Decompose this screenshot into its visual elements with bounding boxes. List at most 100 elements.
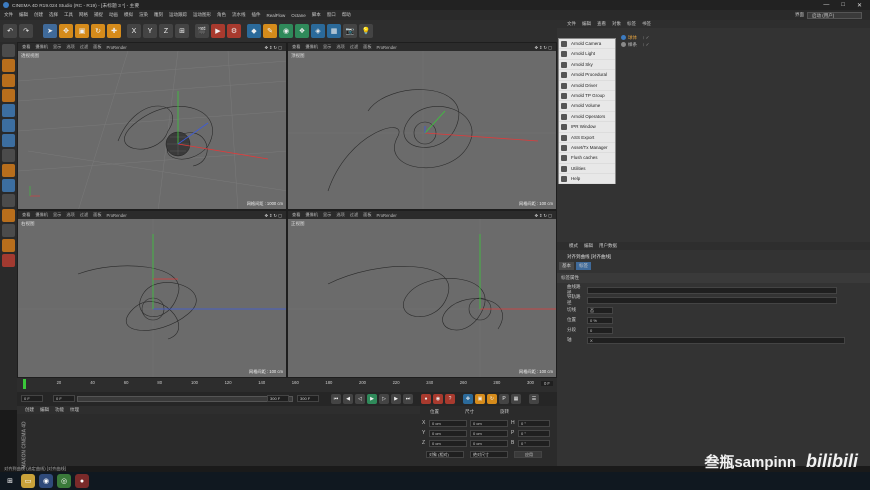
- menu-item[interactable]: 运动图形: [193, 12, 211, 18]
- timeline-menu-icon[interactable]: ☰: [529, 394, 539, 404]
- object-name[interactable]: 样条: [628, 42, 637, 48]
- snap-icon[interactable]: [2, 164, 15, 177]
- paint-icon[interactable]: [2, 254, 15, 267]
- timeline-end-field[interactable]: 0 F: [540, 381, 553, 386]
- close-button[interactable]: ✕: [857, 2, 862, 9]
- viewport-menu-item[interactable]: 显示: [323, 44, 331, 50]
- menu-item[interactable]: 创建: [34, 12, 43, 18]
- attr-tab[interactable]: 标签: [576, 262, 591, 270]
- attr-tab[interactable]: 基本: [559, 262, 574, 270]
- material-menu-item[interactable]: 纹理: [70, 407, 79, 413]
- viewport-menu-item[interactable]: 过滤: [80, 212, 88, 218]
- viewport-menu-item[interactable]: 面板: [363, 44, 371, 50]
- lock-icon[interactable]: [2, 224, 15, 237]
- attr-field-input[interactable]: 0 %: [587, 316, 613, 324]
- viewport-right[interactable]: 查看 摄像机 显示 选项 过滤 面板 ProRender ✥⇕↻▢ 右视图 网格间距 : 10…: [17, 210, 287, 378]
- arnold-menu-item[interactable]: Utilities: [559, 164, 615, 175]
- arnold-menu-item[interactable]: ASS Export: [559, 133, 615, 143]
- deformer-icon[interactable]: ◈: [311, 24, 325, 38]
- layout-select[interactable]: 启动 (用户): [807, 11, 862, 19]
- tweak-icon[interactable]: [2, 179, 15, 192]
- viewport-menu-item[interactable]: ProRender: [377, 45, 397, 50]
- edges-mode-icon[interactable]: [2, 119, 15, 132]
- next-key-icon[interactable]: ▶: [391, 394, 401, 404]
- menu-item[interactable]: 文件: [4, 12, 13, 18]
- viewport-menu-item[interactable]: 选项: [336, 44, 344, 50]
- object-menu-item[interactable]: 查看: [597, 21, 606, 27]
- coord-apply-button[interactable]: 应用: [514, 451, 542, 458]
- menu-item[interactable]: 流水线: [232, 12, 246, 18]
- object-menu-item[interactable]: 编辑: [582, 21, 591, 27]
- material-menu-item[interactable]: 创建: [25, 407, 34, 413]
- rotate-icon[interactable]: ↻: [91, 24, 105, 38]
- redo-icon[interactable]: ↷: [19, 24, 33, 38]
- menu-item[interactable]: 动画: [109, 12, 118, 18]
- attr-field-input[interactable]: [587, 296, 837, 304]
- end-frame-field[interactable]: 300 F: [267, 395, 289, 402]
- cube-icon[interactable]: ◆: [247, 24, 261, 38]
- coord-size-field[interactable]: 0 cm: [470, 439, 508, 447]
- workplane-icon[interactable]: [2, 89, 15, 102]
- attr-field-input[interactable]: X: [587, 336, 845, 344]
- render-region-icon[interactable]: 🎬: [195, 24, 209, 38]
- menu-item[interactable]: 渲染: [139, 12, 148, 18]
- menu-item[interactable]: 运动跟踪: [169, 12, 187, 18]
- object-menu-item[interactable]: 文件: [567, 21, 576, 27]
- coord-mode-select[interactable]: 对象 (相对): [426, 451, 464, 458]
- arnold-menu-item[interactable]: Arnold Driver: [559, 81, 615, 91]
- viewport-nav-icons[interactable]: ✥⇕↻▢: [535, 213, 556, 218]
- frame-range-slider[interactable]: [77, 396, 293, 402]
- arnold-menu-item[interactable]: Asset/Tx Manager: [559, 143, 615, 154]
- menu-item[interactable]: 角色: [217, 12, 226, 18]
- play-icon[interactable]: ▶: [367, 394, 377, 404]
- go-end-icon[interactable]: ⏭: [403, 394, 413, 404]
- scale-icon[interactable]: ▣: [75, 24, 89, 38]
- arnold-menu-item[interactable]: Arnold Procedural: [559, 70, 615, 81]
- object-row[interactable]: 球体 ⁝ ✓: [621, 34, 649, 41]
- viewport-menu-item[interactable]: 过滤: [350, 44, 358, 50]
- points-mode-icon[interactable]: [2, 104, 15, 117]
- axis-mode-icon[interactable]: [2, 149, 15, 162]
- keyframe-icon[interactable]: ?: [445, 394, 455, 404]
- viewport-nav-icons[interactable]: ✥⇕↻▢: [535, 45, 556, 50]
- render-view-icon[interactable]: ▶: [211, 24, 225, 38]
- viewport-menu-item[interactable]: 显示: [323, 212, 331, 218]
- viewport-menu-item[interactable]: 查看: [292, 44, 300, 50]
- polygons-mode-icon[interactable]: [2, 134, 15, 147]
- timeline-ruler[interactable]: 0204060801001201401601802002202402602803…: [17, 378, 557, 392]
- arnold-menu-item[interactable]: Arnold TP Group: [559, 91, 615, 102]
- viewport-menu-item[interactable]: 选项: [66, 212, 74, 218]
- top-scene[interactable]: [288, 51, 557, 210]
- z-axis-toggle[interactable]: Z: [159, 24, 173, 38]
- viewport-menu-item[interactable]: 面板: [363, 212, 371, 218]
- viewport-menu-item[interactable]: 过滤: [80, 44, 88, 50]
- current-frame-field[interactable]: 0 F: [21, 395, 43, 402]
- coord-position-field[interactable]: 0 cm: [429, 429, 467, 437]
- viewport-menu-item[interactable]: 查看: [22, 44, 30, 50]
- arnold-menu-item[interactable]: Arnold Light: [559, 49, 615, 60]
- playhead[interactable]: [23, 379, 26, 389]
- viewport-menu-item[interactable]: ProRender: [377, 213, 397, 218]
- object-name[interactable]: 球体: [628, 35, 637, 41]
- material-menu-item[interactable]: 功能: [55, 407, 64, 413]
- move-key-icon[interactable]: ✥: [463, 394, 473, 404]
- viewport-menu-item[interactable]: 面板: [93, 44, 101, 50]
- arnold-menu-item[interactable]: IPR Window: [559, 122, 615, 133]
- viewport-menu-item[interactable]: 查看: [22, 212, 30, 218]
- windows-start-icon[interactable]: ⊞: [3, 474, 17, 488]
- object-menu-item[interactable]: 标签: [627, 21, 636, 27]
- viewport-menu-item[interactable]: 面板: [93, 212, 101, 218]
- coord-rotation-field[interactable]: 0 °: [518, 429, 550, 437]
- viewport-front[interactable]: 查看 摄像机 显示 选项 过滤 面板 ProRender ✥⇕↻▢ 正视图 网格间距 : 10…: [287, 210, 557, 378]
- viewport-menu-item[interactable]: 摄像机: [305, 212, 318, 218]
- add-icon[interactable]: ✚: [107, 24, 121, 38]
- viewport-nav-icons[interactable]: ✥⇕↻▢: [265, 45, 286, 50]
- subdivision-icon[interactable]: ◉: [279, 24, 293, 38]
- autokey-icon[interactable]: ◉: [433, 394, 443, 404]
- viewport-menu-item[interactable]: ProRender: [107, 45, 127, 50]
- next-frame-icon[interactable]: ▷: [379, 394, 389, 404]
- object-menu-item[interactable]: 对象: [612, 21, 621, 27]
- viewport-top[interactable]: 查看 摄像机 显示 选项 过滤 面板 ProRender ✥⇕↻▢ 顶视图 网格间距 : 10…: [287, 42, 557, 210]
- right-scene[interactable]: [18, 219, 287, 378]
- front-scene[interactable]: [288, 219, 557, 378]
